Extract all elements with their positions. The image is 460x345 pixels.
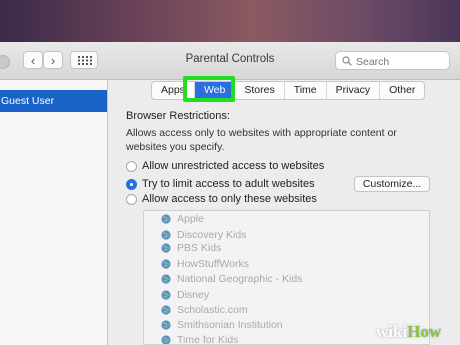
tab-stores[interactable]: Stores — [235, 82, 285, 99]
globe-icon — [161, 243, 171, 253]
globe-icon — [161, 214, 171, 224]
tab-other[interactable]: Other — [380, 82, 424, 99]
wikihow-watermark: wikiHow — [368, 320, 460, 345]
tab-privacy[interactable]: Privacy — [327, 82, 381, 99]
search-input[interactable] — [354, 53, 448, 70]
radio-button[interactable] — [126, 193, 137, 205]
section-heading: Browser Restrictions: — [126, 110, 230, 122]
watermark-wiki: wiki — [376, 322, 408, 341]
site-label: HowStuffWorks — [177, 258, 249, 270]
radio-button-selected[interactable] — [126, 178, 137, 190]
search-field[interactable] — [335, 51, 450, 70]
option-only-these[interactable]: Allow access to only these websites — [126, 192, 317, 206]
site-label: Apple — [177, 213, 204, 225]
customize-button[interactable]: Customize... — [354, 176, 430, 192]
tab-web[interactable]: Web — [194, 82, 236, 99]
sidebar-item-guest-user[interactable]: Guest User — [0, 90, 107, 112]
section-description: Allows access only to websites with appr… — [126, 127, 397, 153]
site-label: PBS Kids — [177, 242, 222, 254]
desktop-background — [0, 0, 460, 42]
list-item[interactable]: Scholastic.com — [161, 303, 248, 317]
list-item[interactable]: Time for Kids — [161, 333, 239, 345]
tab-apps[interactable]: Apps — [152, 82, 195, 99]
site-label: Time for Kids — [177, 334, 239, 345]
globe-icon — [161, 290, 171, 300]
globe-icon — [161, 274, 171, 284]
list-item[interactable]: Apple — [161, 212, 204, 226]
option-label: Allow unrestricted access to websites — [142, 160, 325, 172]
list-item[interactable]: HowStuffWorks — [161, 257, 249, 271]
radio-button[interactable] — [126, 160, 137, 172]
globe-icon — [161, 335, 171, 344]
site-label: Smithsonian Institution — [177, 319, 283, 331]
option-unrestricted[interactable]: Allow unrestricted access to websites — [126, 159, 324, 173]
option-limit-adult[interactable]: Try to limit access to adult websites — [126, 177, 315, 191]
option-label: Try to limit access to adult websites — [142, 178, 315, 190]
sidebar-item-label: Guest User — [1, 95, 55, 107]
list-item[interactable]: Smithsonian Institution — [161, 318, 283, 332]
list-item[interactable]: Disney — [161, 288, 209, 302]
list-item[interactable]: PBS Kids — [161, 241, 221, 255]
watermark-how: How — [407, 322, 442, 341]
globe-icon — [161, 259, 171, 269]
site-label: Discovery Kids — [177, 229, 247, 241]
user-sidebar: Guest User — [0, 80, 108, 345]
option-label: Allow access to only these websites — [142, 193, 317, 205]
globe-icon — [161, 305, 171, 315]
site-label: Scholastic.com — [177, 304, 248, 316]
tab-bar: Apps Web Stores Time Privacy Other — [151, 81, 426, 100]
search-icon — [342, 56, 352, 66]
site-label: National Geographic - Kids — [177, 273, 303, 285]
globe-icon — [161, 230, 171, 240]
site-label: Disney — [177, 289, 210, 301]
title-bar: ‹ › Parental Controls — [0, 42, 460, 80]
globe-icon — [161, 320, 171, 330]
list-item[interactable]: Discovery Kids — [161, 228, 246, 242]
tab-time[interactable]: Time — [285, 82, 327, 99]
list-item[interactable]: National Geographic - Kids — [161, 272, 302, 286]
